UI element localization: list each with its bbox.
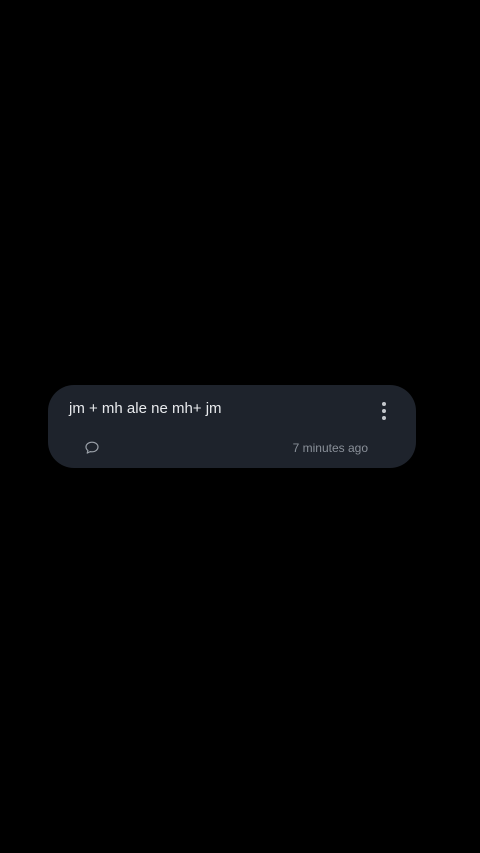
timestamp-text: 7 minutes ago <box>292 441 368 455</box>
more-vertical-icon-dot <box>382 416 386 420</box>
comment-bubble-icon[interactable] <box>84 440 100 456</box>
notification-card[interactable]: jm + mh ale ne mh+ jm 7 minutes ago <box>48 385 416 468</box>
more-vertical-icon-dot <box>382 409 386 413</box>
more-vertical-icon-dot <box>382 402 386 406</box>
more-options-button[interactable] <box>372 399 396 423</box>
message-text: jm + mh ale ne mh+ jm <box>69 400 222 417</box>
